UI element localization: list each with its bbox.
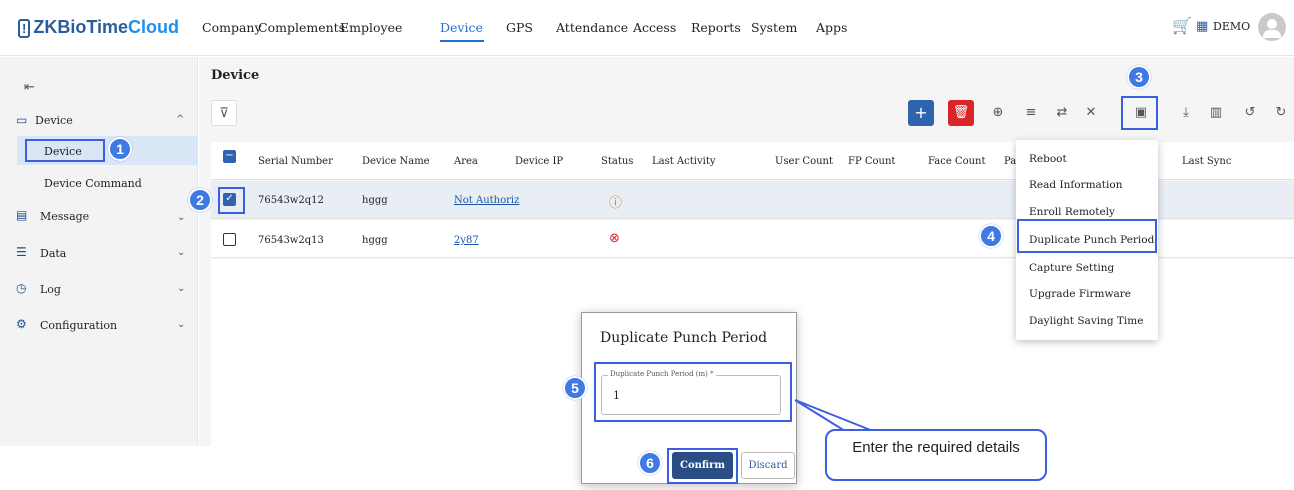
step-badge-4: 4 bbox=[979, 224, 1003, 248]
nav-complements[interactable]: Complements bbox=[258, 20, 345, 35]
dialog-title: Duplicate Punch Period bbox=[600, 330, 768, 346]
status-warning-icon: ⓘ bbox=[609, 196, 623, 211]
step-highlight-1 bbox=[25, 139, 105, 162]
menu-item-enroll-remotely[interactable]: Enroll Remotely bbox=[1029, 206, 1115, 218]
sidebar-item-log[interactable]: Log bbox=[40, 283, 61, 296]
col-device-ip[interactable]: Device IP bbox=[515, 156, 563, 167]
chevron-up-icon[interactable]: ^ bbox=[176, 114, 184, 125]
device-icon: ▭ bbox=[16, 113, 28, 127]
collapse-menu-icon[interactable]: ⇤ bbox=[24, 80, 35, 95]
chevron-down-icon[interactable]: ⌄ bbox=[177, 283, 185, 294]
nav-reports[interactable]: Reports bbox=[691, 20, 741, 35]
data-icon: ☰ bbox=[16, 245, 27, 259]
avatar[interactable] bbox=[1258, 13, 1286, 41]
chevron-down-icon[interactable]: ⌄ bbox=[177, 247, 185, 258]
sidebar bbox=[0, 57, 198, 446]
nav-apps[interactable]: Apps bbox=[816, 20, 847, 35]
cell-area-link[interactable]: 2y87 bbox=[454, 235, 479, 246]
discard-button[interactable]: Discard bbox=[741, 452, 795, 479]
nav-company[interactable]: Company bbox=[202, 20, 262, 35]
transfer-icon[interactable]: ⇄ bbox=[1049, 100, 1075, 126]
nav-device[interactable]: Device bbox=[440, 20, 483, 35]
log-icon: ◷ bbox=[16, 281, 27, 295]
step-badge-1: 1 bbox=[108, 137, 132, 161]
menu-item-upgrade-firmware[interactable]: Upgrade Firmware bbox=[1029, 288, 1131, 300]
page-title: Device bbox=[211, 68, 260, 83]
menu-item-capture-setting[interactable]: Capture Setting bbox=[1029, 262, 1114, 274]
nav-active-underline bbox=[440, 40, 484, 42]
step-badge-3: 3 bbox=[1127, 65, 1151, 89]
sidebar-item-configuration[interactable]: Configuration bbox=[40, 319, 117, 332]
step-highlight-6 bbox=[667, 448, 738, 484]
step-badge-5: 5 bbox=[563, 376, 587, 400]
shield-icon: ! bbox=[18, 19, 31, 38]
col-last-sync[interactable]: Last Sync bbox=[1182, 156, 1231, 167]
status-offline-icon: ⊗ bbox=[609, 231, 620, 246]
row-checkbox[interactable] bbox=[223, 233, 236, 246]
col-last-activity[interactable]: Last Activity bbox=[652, 156, 716, 167]
user-name[interactable]: DEMO bbox=[1213, 20, 1250, 33]
step-highlight-2 bbox=[218, 187, 245, 214]
refresh-icon[interactable]: ↻ bbox=[1268, 100, 1294, 126]
sidebar-group-device[interactable]: Device bbox=[35, 114, 73, 127]
nav-attendance[interactable]: Attendance bbox=[556, 20, 628, 35]
cart-icon[interactable]: 🛒 bbox=[1172, 16, 1192, 35]
list-icon[interactable]: ≡ bbox=[1018, 100, 1044, 126]
col-fp-count[interactable]: FP Count bbox=[848, 156, 895, 167]
step-highlight-4 bbox=[1017, 219, 1157, 253]
sidebar-item-data[interactable]: Data bbox=[40, 247, 66, 260]
delete-button[interactable]: 🗑 bbox=[948, 100, 974, 126]
col-serial-number[interactable]: Serial Number bbox=[258, 156, 333, 167]
col-area[interactable]: Area bbox=[454, 156, 478, 167]
step-highlight-5 bbox=[594, 362, 792, 422]
col-device-name[interactable]: Device Name bbox=[362, 156, 430, 167]
step-badge-6: 6 bbox=[638, 451, 662, 475]
cell-device-name: hggg bbox=[362, 195, 388, 206]
menu-item-read-information[interactable]: Read Information bbox=[1029, 179, 1122, 191]
col-user-count[interactable]: User Count bbox=[775, 156, 833, 167]
select-all-checkbox[interactable]: − bbox=[223, 150, 236, 163]
col-status[interactable]: Status bbox=[601, 156, 633, 167]
add-button[interactable]: + bbox=[908, 100, 934, 126]
step-highlight-3 bbox=[1121, 96, 1158, 130]
filter-icon[interactable]: ⊽ bbox=[211, 100, 237, 126]
gear-icon: ⚙ bbox=[16, 317, 27, 331]
nav-access[interactable]: Access bbox=[633, 20, 676, 35]
cell-area-link[interactable]: Not Authoriz bbox=[454, 195, 519, 206]
enroll-icon[interactable]: ⊕ bbox=[985, 100, 1011, 126]
sidebar-item-device-command[interactable]: Device Command bbox=[44, 177, 142, 190]
step-badge-2: 2 bbox=[188, 188, 212, 212]
nav-gps[interactable]: GPS bbox=[506, 20, 533, 35]
columns-icon[interactable]: ▥ bbox=[1203, 100, 1229, 126]
sidebar-item-message[interactable]: Message bbox=[40, 210, 89, 223]
col-face-count[interactable]: Face Count bbox=[928, 156, 986, 167]
cell-serial: 76543w2q13 bbox=[258, 235, 324, 246]
download-icon[interactable]: ⤓ bbox=[1173, 100, 1199, 126]
app-logo[interactable]: ! ZKBioTimeCloud bbox=[18, 17, 179, 38]
callout-text: Enter the required details bbox=[852, 439, 1020, 456]
nav-employee[interactable]: Employee bbox=[340, 20, 402, 35]
cell-serial: 76543w2q12 bbox=[258, 195, 324, 206]
chevron-down-icon[interactable]: ⌄ bbox=[177, 319, 185, 330]
history-icon[interactable]: ↺ bbox=[1237, 100, 1263, 126]
menu-item-reboot[interactable]: Reboot bbox=[1029, 153, 1067, 165]
nav-system[interactable]: System bbox=[751, 20, 797, 35]
close-icon[interactable]: ✕ bbox=[1078, 100, 1104, 126]
cell-device-name: hggg bbox=[362, 235, 388, 246]
chevron-down-icon[interactable]: ⌄ bbox=[177, 212, 185, 223]
company-icon: ▦ bbox=[1196, 19, 1209, 34]
message-icon: ▤ bbox=[16, 208, 28, 222]
menu-item-daylight-saving-time[interactable]: Daylight Saving Time bbox=[1029, 315, 1143, 327]
